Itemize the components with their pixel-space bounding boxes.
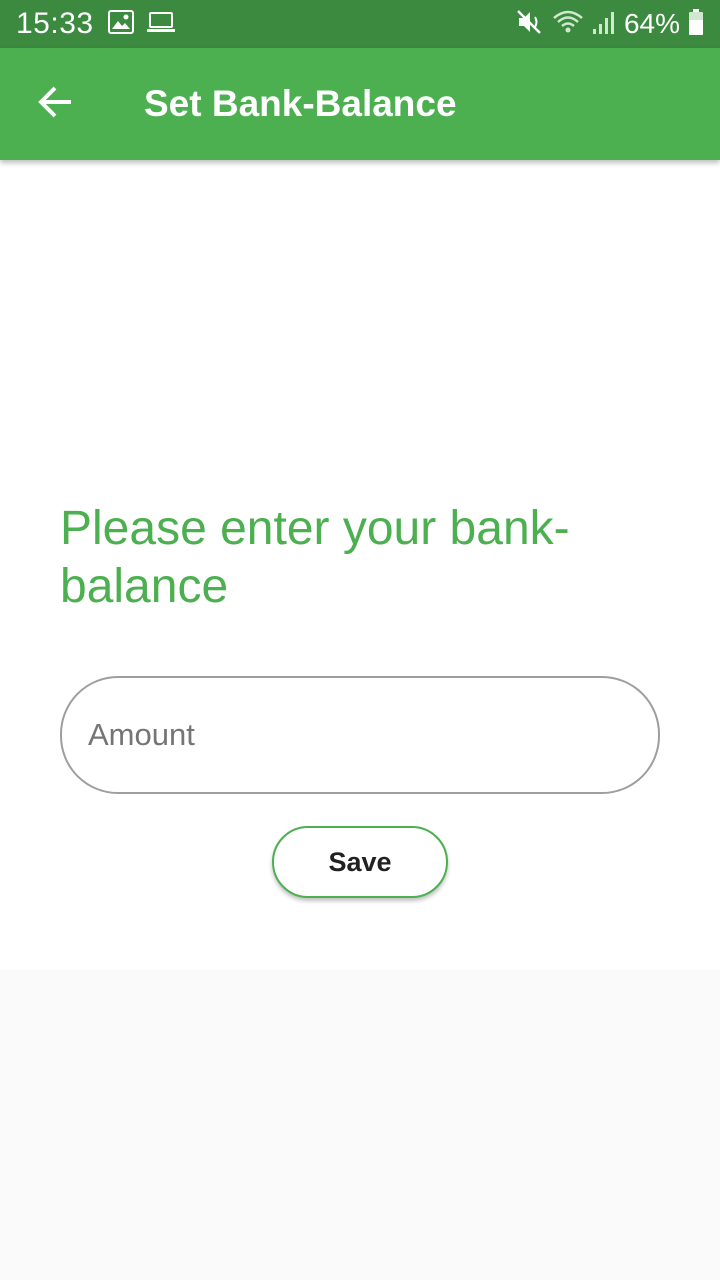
back-button[interactable] [28,76,84,132]
image-icon [107,9,134,39]
mute-icon [516,8,544,41]
signal-icon [592,9,616,40]
arrow-back-icon [38,85,74,124]
save-button[interactable]: Save [272,826,448,898]
balance-prompt: Please enter your bank-balance [60,502,570,613]
content-area: Please enter your bank-balance Save [0,160,720,970]
status-notification-icons [107,9,176,39]
status-time: 15:33 [16,7,94,40]
battery-icon [688,8,704,41]
status-system-icons: 64% [516,8,704,41]
wifi-icon [552,8,584,41]
page-title: Set Bank-Balance [144,83,457,124]
app-bar: Set Bank-Balance [0,48,720,160]
amount-input[interactable] [86,716,630,754]
status-bar: 15:33 64% [0,0,720,48]
battery-percent: 64% [623,8,680,39]
amount-field[interactable] [60,676,660,794]
laptop-icon [146,10,176,39]
